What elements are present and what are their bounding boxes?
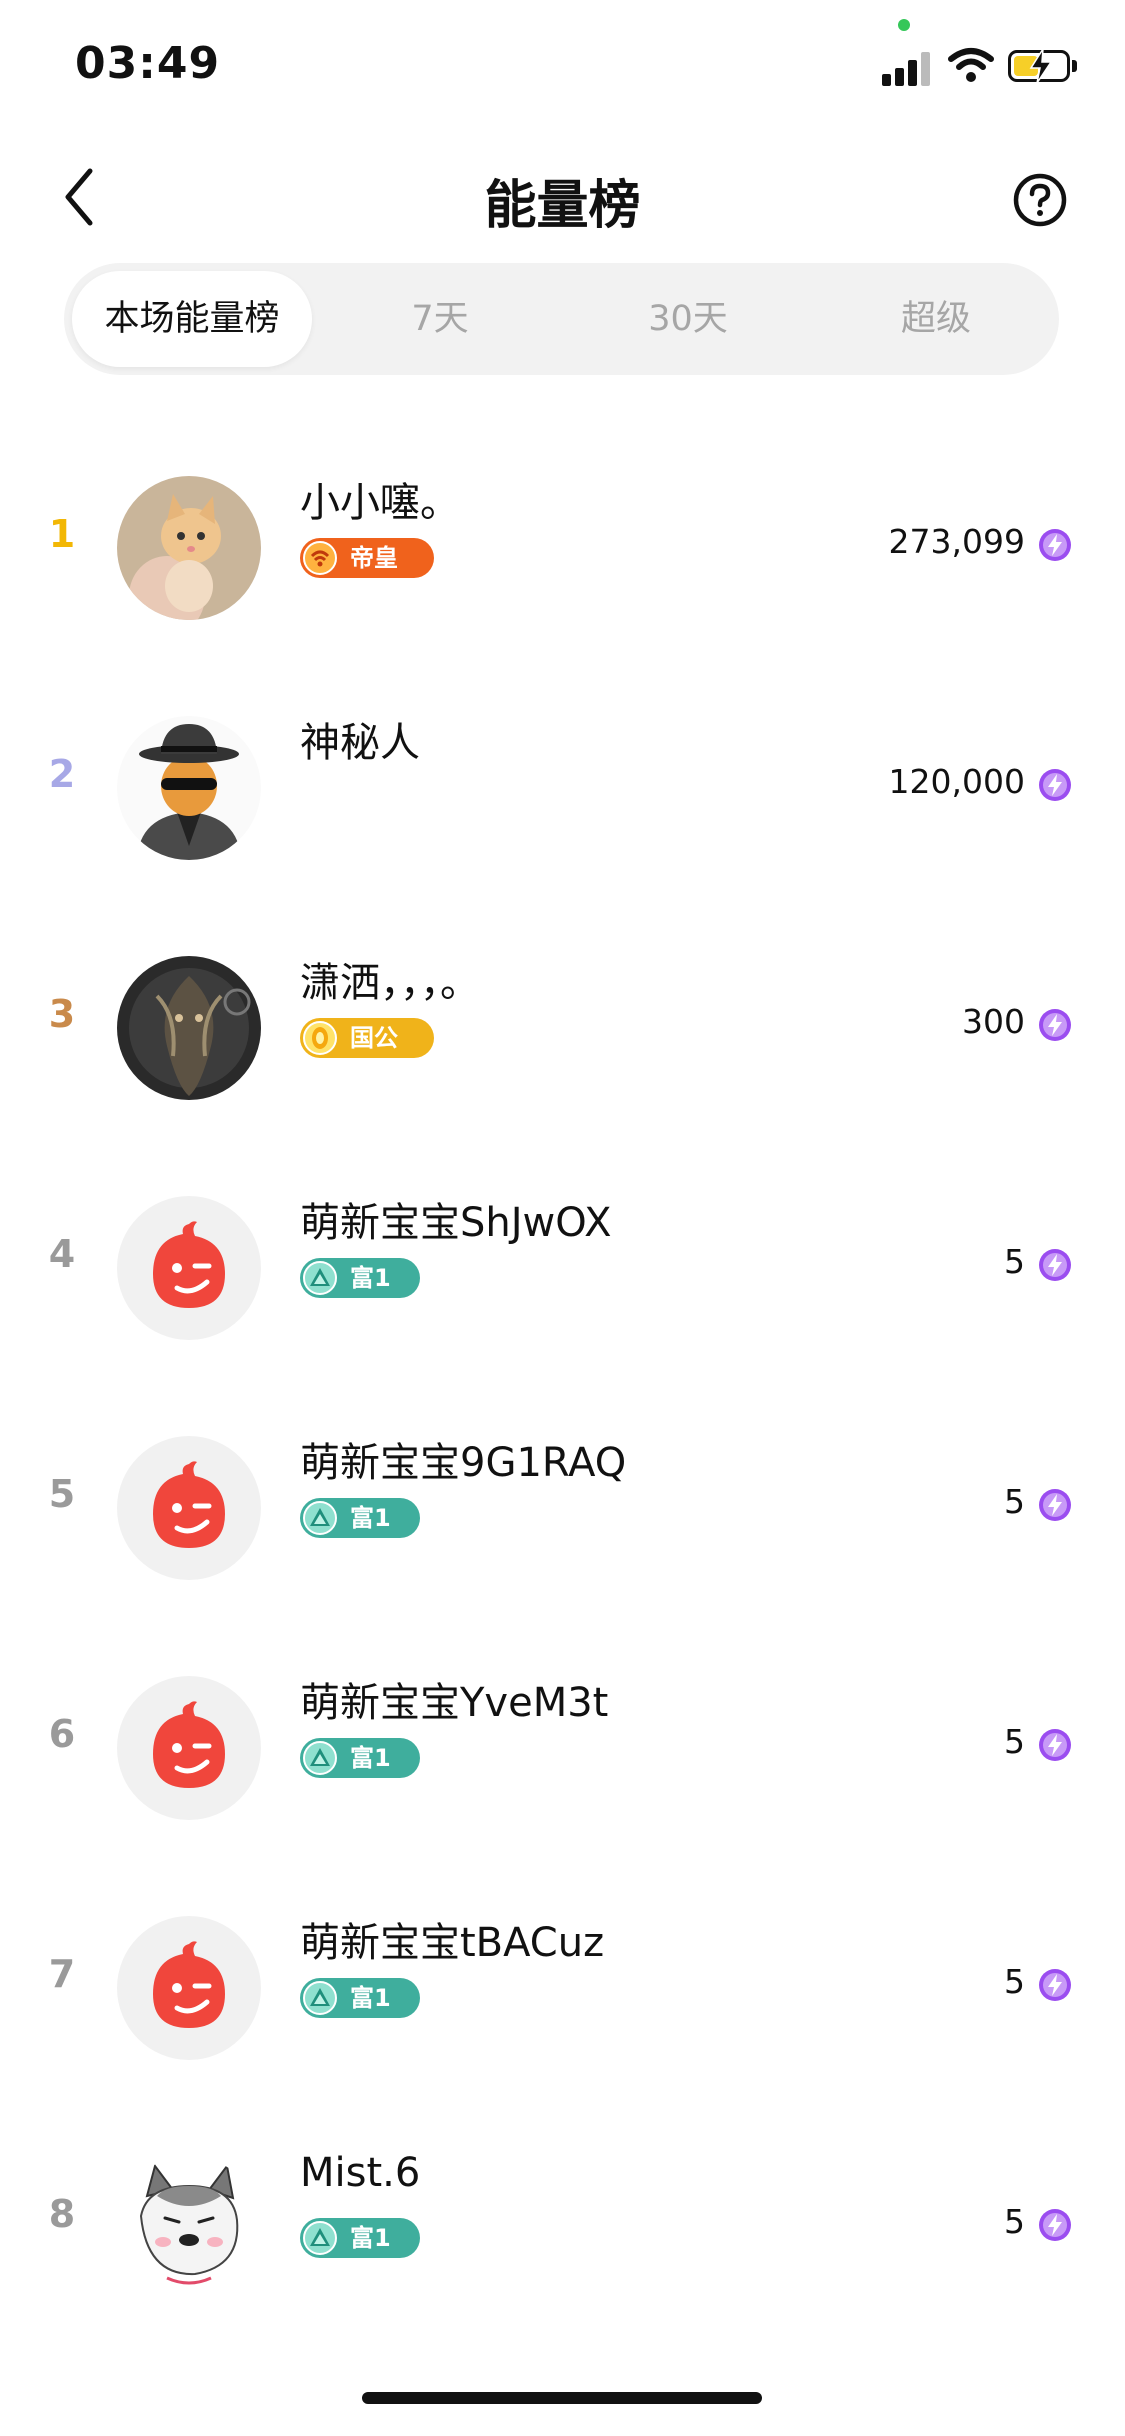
level-badge: 富1 xyxy=(300,2218,420,2258)
energy-score: 5 xyxy=(1004,1962,1025,2001)
username: 萌新宝宝9G1RAQ xyxy=(300,1440,627,1486)
level-badge: 富1 xyxy=(300,1498,420,1538)
avatar[interactable] xyxy=(117,476,261,620)
battery-charging-icon xyxy=(1008,49,1070,83)
username: 潇洒，，，。 xyxy=(300,960,480,1006)
rank-number: 5 xyxy=(48,1472,76,1516)
level-badge: 富1 xyxy=(300,1738,420,1778)
energy-icon xyxy=(1039,1969,1071,2001)
rank-number: 3 xyxy=(48,992,76,1036)
status-bar: 03:49 xyxy=(0,0,1125,130)
page-title: 能量榜 xyxy=(484,176,641,236)
username: Mist.6 xyxy=(300,2150,421,2196)
username: 萌新宝宝tBACuz xyxy=(300,1920,605,1966)
default-avatar[interactable] xyxy=(117,1196,261,1340)
home-indicator[interactable] xyxy=(362,2392,762,2404)
rank-number: 1 xyxy=(48,512,76,556)
level-badge: 国公 xyxy=(300,1018,434,1058)
badge-label: 富1 xyxy=(350,1984,391,2012)
rich-badge-icon xyxy=(303,1501,337,1535)
rank-number: 4 xyxy=(48,1232,76,1276)
avatar[interactable] xyxy=(117,956,261,1100)
rank-number: 6 xyxy=(48,1712,76,1756)
status-time: 03:49 xyxy=(75,38,221,89)
wifi-icon xyxy=(948,48,994,82)
energy-score: 5 xyxy=(1004,1722,1025,1761)
emperor-badge-icon xyxy=(303,541,337,575)
energy-icon xyxy=(1039,1009,1071,1041)
badge-label: 国公 xyxy=(350,1024,398,1052)
duke-badge-icon xyxy=(303,1021,337,1055)
ranking-row[interactable]: 2 神秘人 120,000 xyxy=(0,670,1125,910)
level-badge: 富1 xyxy=(300,1978,420,2018)
username: 萌新宝宝ShJwOX xyxy=(300,1200,612,1246)
ranking-row[interactable]: 4 萌新宝宝ShJwOX 富1 5 xyxy=(0,1150,1125,1390)
badge-label: 富1 xyxy=(350,2224,391,2252)
help-icon[interactable] xyxy=(1012,172,1068,228)
rich-badge-icon xyxy=(303,1261,337,1295)
tab-30-days[interactable]: 30天 xyxy=(568,263,808,375)
rich-badge-icon xyxy=(303,1981,337,2015)
ranking-row[interactable]: 5 萌新宝宝9G1RAQ 富1 5 xyxy=(0,1390,1125,1630)
badge-label: 帝皇 xyxy=(350,544,398,572)
level-badge: 帝皇 xyxy=(300,538,434,578)
energy-icon xyxy=(1039,1489,1071,1521)
username: 萌新宝宝YveM3t xyxy=(300,1680,609,1726)
tab-7-days[interactable]: 7天 xyxy=(320,263,560,375)
energy-icon xyxy=(1039,529,1071,561)
username: 小小噻。 xyxy=(300,480,460,526)
default-avatar[interactable] xyxy=(117,1436,261,1580)
ranking-row[interactable]: 7 萌新宝宝tBACuz 富1 5 xyxy=(0,1870,1125,2110)
badge-label: 富1 xyxy=(350,1504,391,1532)
husky-avatar[interactable] xyxy=(117,2156,261,2300)
tab-super[interactable]: 超级 xyxy=(816,263,1056,375)
ranking-row[interactable]: 1 小小噻。 帝皇 273,099 xyxy=(0,430,1125,670)
tab-current-session[interactable]: 本场能量榜 xyxy=(72,271,312,367)
energy-icon xyxy=(1039,2209,1071,2241)
energy-icon xyxy=(1039,1729,1071,1761)
rich-badge-icon xyxy=(303,2221,337,2255)
level-badge: 富1 xyxy=(300,1258,420,1298)
energy-icon xyxy=(1039,769,1071,801)
mystery-avatar[interactable] xyxy=(117,716,261,860)
battery-cap xyxy=(1072,60,1077,72)
energy-score: 120,000 xyxy=(888,762,1025,801)
badge-label: 富1 xyxy=(350,1264,391,1292)
rank-number: 7 xyxy=(48,1952,76,1996)
default-avatar[interactable] xyxy=(117,1916,261,2060)
username: 神秘人 xyxy=(300,720,420,766)
rank-number: 8 xyxy=(48,2192,76,2236)
energy-score: 300 xyxy=(962,1002,1025,1041)
ranking-row[interactable]: 8 Mist.6 富1 5 xyxy=(0,2110,1125,2350)
privacy-indicator-dot xyxy=(898,19,910,31)
badge-label: 富1 xyxy=(350,1744,391,1772)
signal-icon xyxy=(882,50,932,86)
energy-score: 5 xyxy=(1004,2202,1025,2241)
ranking-row[interactable]: 6 萌新宝宝YveM3t 富1 5 xyxy=(0,1630,1125,1870)
energy-score: 5 xyxy=(1004,1242,1025,1281)
energy-score: 5 xyxy=(1004,1482,1025,1521)
rank-number: 2 xyxy=(48,752,76,796)
energy-score: 273,099 xyxy=(888,522,1025,561)
energy-icon xyxy=(1039,1249,1071,1281)
rich-badge-icon xyxy=(303,1741,337,1775)
ranking-row[interactable]: 3 潇洒，，，。 国公 300 xyxy=(0,910,1125,1150)
period-tabs: 本场能量榜 7天 30天 超级 xyxy=(64,263,1059,375)
default-avatar[interactable] xyxy=(117,1676,261,1820)
